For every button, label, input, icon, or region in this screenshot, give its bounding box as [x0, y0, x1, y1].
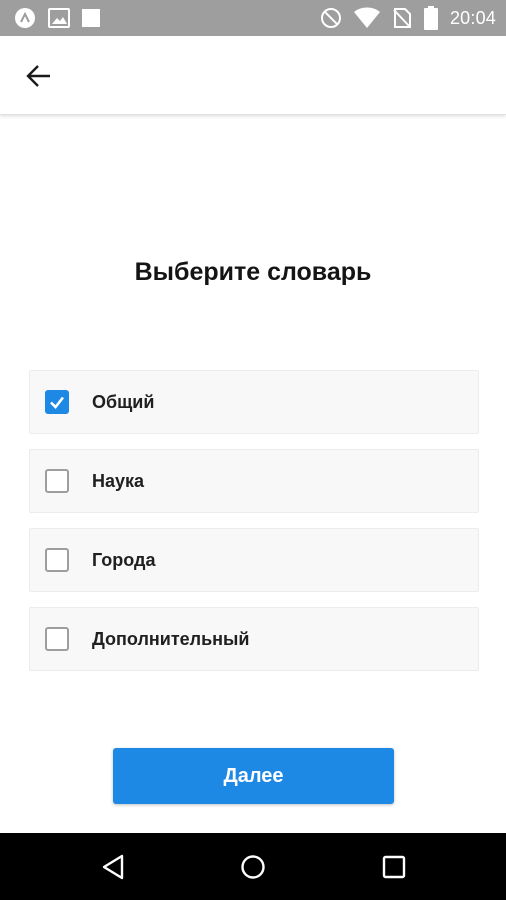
option-cities[interactable]: Города — [29, 528, 479, 592]
wifi-icon — [353, 7, 380, 28]
do-not-disturb-icon — [320, 8, 341, 28]
no-sim-icon — [393, 8, 411, 28]
app-notification-icon — [15, 8, 35, 28]
arrow-back-icon — [26, 65, 50, 87]
dictionary-options: Общий Наука Города Дополнительный — [29, 370, 479, 686]
nav-recents-button[interactable] — [380, 853, 408, 881]
checkbox-additional[interactable] — [45, 627, 69, 651]
nav-home-button[interactable] — [239, 853, 267, 881]
option-label: Наука — [92, 471, 145, 491]
checkbox-general[interactable] — [45, 390, 69, 414]
navigation-bar — [0, 833, 506, 900]
square-notification-icon — [82, 9, 100, 27]
option-general[interactable]: Общий — [29, 370, 479, 434]
checkbox-science[interactable] — [45, 469, 69, 493]
checkmark-icon — [50, 396, 65, 409]
image-notification-icon — [48, 8, 70, 28]
status-time: 20:04 — [449, 7, 496, 28]
page-title: Выберите словарь — [134, 258, 372, 286]
screen: 20:04 Выберите словарь Общий Наука Город… — [0, 0, 506, 900]
nav-back-icon — [102, 854, 124, 880]
option-label: Дополнительный — [92, 629, 250, 649]
next-button[interactable]: Далее — [113, 748, 394, 804]
app-bar — [0, 36, 506, 115]
nav-home-icon — [241, 855, 265, 879]
status-bar: 20:04 — [0, 0, 506, 36]
checkbox-cities[interactable] — [45, 548, 69, 572]
battery-icon — [423, 6, 438, 30]
nav-recents-icon — [382, 855, 406, 879]
option-label: Города — [92, 550, 156, 570]
option-label: Общий — [92, 392, 155, 412]
back-button[interactable] — [22, 59, 56, 93]
option-science[interactable]: Наука — [29, 449, 479, 513]
status-left-icons — [14, 7, 100, 29]
nav-back-button[interactable] — [99, 853, 127, 881]
option-additional[interactable]: Дополнительный — [29, 607, 479, 671]
status-right-icons: 20:04 — [320, 6, 496, 30]
